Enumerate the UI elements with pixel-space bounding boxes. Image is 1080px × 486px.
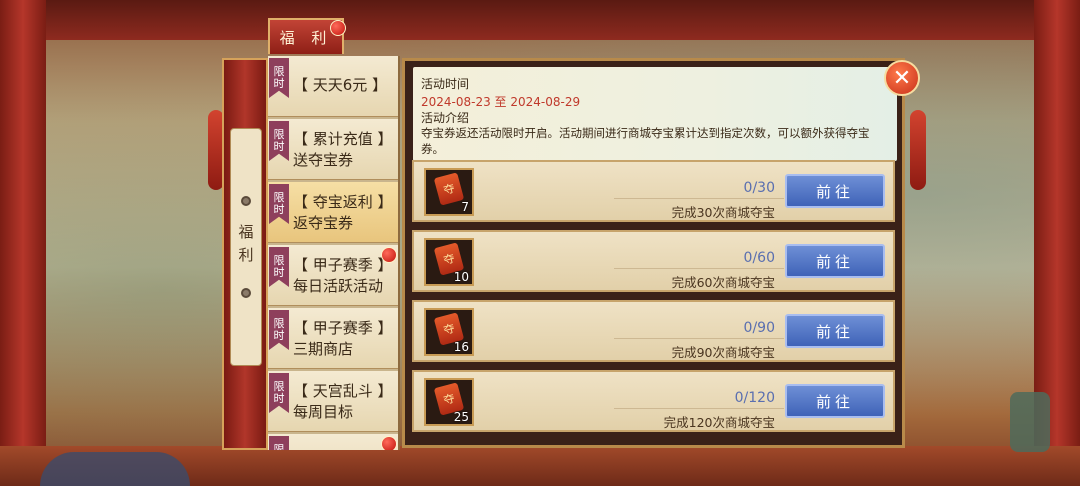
item-count: 7 [461,200,469,214]
limited-time-tag: 限时 [269,436,289,450]
activity-item-daily-6yuan[interactable]: 限时 【 天天6元 】 [268,56,398,117]
task-row: 夺 25 0/120 完成120次商城夺宝 前往 [412,370,895,432]
item-count: 25 [453,410,469,424]
treasure-voucher-item[interactable]: 夺 16 [424,308,474,356]
task-description: 完成30次商城夺宝 [671,205,775,220]
treasure-voucher-icon: 夺 [433,172,465,206]
roof-beam [0,0,1080,40]
activity-intro-label: 活动介绍 [421,111,470,125]
activity-title: 【 天天6元 】 [293,76,388,94]
activity-date-range: 2024-08-23 至 2024-08-29 [421,95,581,109]
task-progress: 0/30 [743,180,775,196]
knot-icon [241,288,251,298]
knot-icon [241,196,251,206]
task-progress: 0/120 [734,390,775,406]
activity-item-treasure-rebate[interactable]: 限时 【 夺宝返利 】 返夺宝券 [268,182,398,243]
activity-item-season-daily[interactable]: 限时 【 甲子赛季 】 每日活跃活动 [268,245,398,306]
activity-subtitle: 送夺宝券 [293,151,354,169]
activity-item-partial[interactable]: 限时 [268,434,398,450]
category-scroll: 福利 [222,58,268,450]
activity-title: 【 夺宝返利 】 [293,193,393,211]
activity-title: 【 天宫乱斗 】 [293,382,393,400]
activity-intro-text: 夺宝券返还活动限时开启。活动期间进行商城夺宝累计达到指定次数，可以额外获得夺宝券… [421,126,870,156]
category-label: 福利 [236,224,255,270]
activity-item-heaven-brawl[interactable]: 限时 【 天宫乱斗 】 每周目标 [268,371,398,432]
activity-title: 【 甲子赛季 】 [293,256,393,274]
go-button[interactable]: 前往 [785,244,885,278]
divider [614,198,784,199]
divider [614,338,784,339]
activity-list: 限时 【 天天6元 】 限时 【 累计充值 】 送夺宝券 限时 【 夺宝返利 】… [268,56,400,450]
notification-dot [381,436,397,450]
category-scroll-inner: 福利 [230,128,262,366]
task-row: 夺 10 0/60 完成60次商城夺宝 前往 [412,230,895,292]
activity-subtitle: 每日活跃活动 [293,277,384,295]
divider [614,268,784,269]
task-description: 完成90次商城夺宝 [671,345,775,360]
close-icon: ✕ [892,65,912,91]
go-button[interactable]: 前往 [785,174,885,208]
limited-time-tag: 限时 [269,310,289,350]
task-progress: 0/60 [743,250,775,266]
red-tassel-decoration [910,110,926,190]
activity-item-cumulative-recharge[interactable]: 限时 【 累计充值 】 送夺宝券 [268,119,398,180]
stone-lantern-decoration [1010,392,1050,452]
activity-time-label: 活动时间 [421,77,470,91]
treasure-voucher-item[interactable]: 夺 7 [424,168,474,216]
activity-subtitle: 每周目标 [293,403,354,421]
wave-decoration [40,452,190,486]
limited-time-tag: 限时 [269,373,289,413]
task-row: 夺 16 0/90 完成90次商城夺宝 前往 [412,300,895,362]
left-pillar [0,0,46,486]
item-count: 10 [453,270,469,284]
task-description: 完成60次商城夺宝 [671,275,775,290]
go-button[interactable]: 前往 [785,384,885,418]
task-description: 完成120次商城夺宝 [663,415,775,430]
activity-subtitle: 三期商店 [293,340,354,358]
limited-time-tag: 限时 [269,58,289,98]
task-row: 夺 7 0/30 完成30次商城夺宝 前往 [412,160,895,222]
notification-dot [330,20,346,36]
limited-time-tag: 限时 [269,121,289,161]
activity-subtitle: 返夺宝券 [293,214,354,232]
limited-time-tag: 限时 [269,247,289,287]
activity-title: 【 甲子赛季 】 [293,319,393,337]
activity-item-season-shop[interactable]: 限时 【 甲子赛季 】 三期商店 [268,308,398,369]
notification-dot [381,247,397,263]
go-button[interactable]: 前往 [785,314,885,348]
item-count: 16 [453,340,469,354]
activity-title: 【 累计充值 】 [293,130,393,148]
divider [614,408,784,409]
tab-welfare-label: 福 利 [279,28,333,47]
limited-time-tag: 限时 [269,184,289,224]
activity-info-box: 活动时间 2024-08-23 至 2024-08-29 活动介绍 夺宝券返还活… [413,67,897,161]
treasure-voucher-item[interactable]: 夺 10 [424,238,474,286]
close-button[interactable]: ✕ [884,60,920,96]
task-progress: 0/90 [743,320,775,336]
treasure-voucher-item[interactable]: 夺 25 [424,378,474,426]
